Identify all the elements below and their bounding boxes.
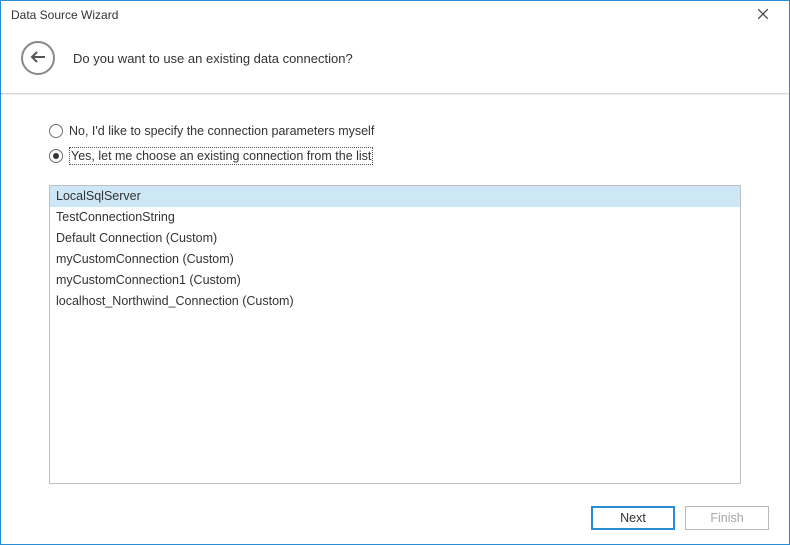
close-icon (758, 8, 768, 22)
wizard-footer: Next Finish (1, 494, 789, 544)
radio-label-yes: Yes, let me choose an existing connectio… (69, 147, 373, 165)
list-item[interactable]: myCustomConnection (Custom) (50, 249, 740, 270)
finish-button: Finish (685, 506, 769, 530)
wizard-header: Do you want to use an existing data conn… (1, 29, 789, 93)
wizard-window: Data Source Wizard Do you want to use an… (0, 0, 790, 545)
radio-option-no[interactable]: No, I'd like to specify the connection p… (49, 123, 741, 139)
list-item[interactable]: Default Connection (Custom) (50, 228, 740, 249)
next-button[interactable]: Next (591, 506, 675, 530)
list-item[interactable]: LocalSqlServer (50, 186, 740, 207)
close-button[interactable] (745, 5, 781, 25)
radio-option-yes[interactable]: Yes, let me choose an existing connectio… (49, 147, 741, 165)
window-title: Data Source Wizard (11, 8, 745, 22)
arrow-left-icon (30, 50, 46, 67)
titlebar: Data Source Wizard (1, 1, 789, 29)
wizard-content: No, I'd like to specify the connection p… (1, 95, 789, 494)
wizard-question: Do you want to use an existing data conn… (73, 51, 353, 66)
list-item[interactable]: TestConnectionString (50, 207, 740, 228)
back-button[interactable] (21, 41, 55, 75)
list-item[interactable]: myCustomConnection1 (Custom) (50, 270, 740, 291)
connection-listbox[interactable]: LocalSqlServer TestConnectionString Defa… (49, 185, 741, 484)
list-item[interactable]: localhost_Northwind_Connection (Custom) (50, 291, 740, 312)
radio-icon (49, 124, 63, 138)
radio-checked-icon (49, 149, 63, 163)
radio-label-no: No, I'd like to specify the connection p… (69, 123, 374, 139)
